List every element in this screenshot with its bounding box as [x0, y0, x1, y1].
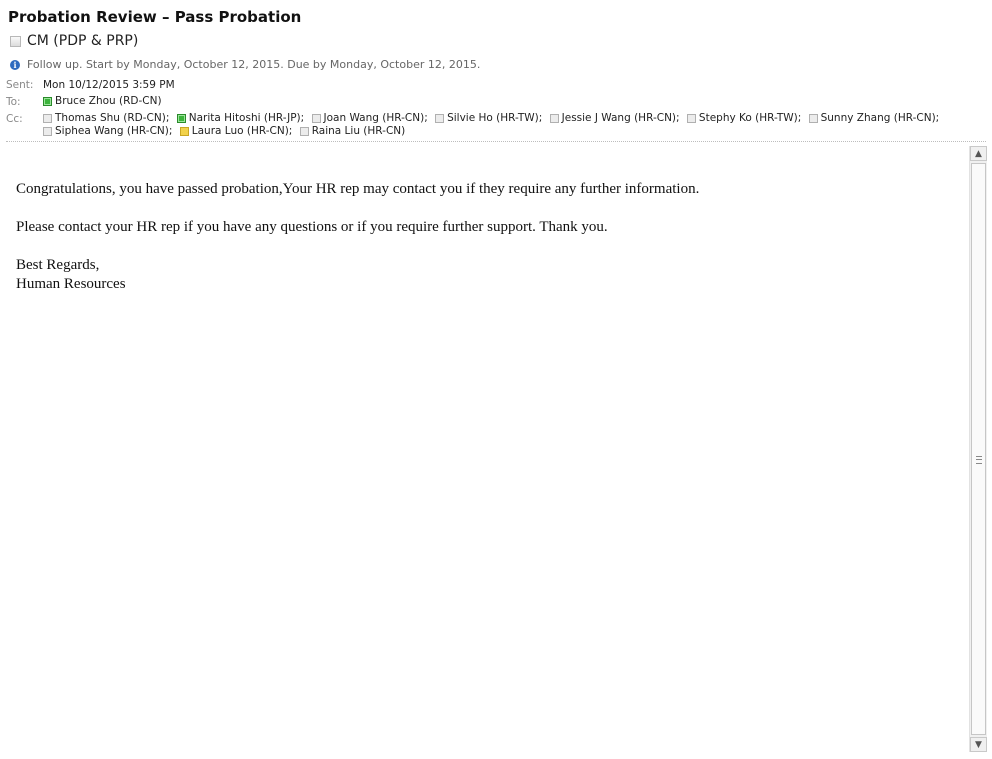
presence-unknown-icon [43, 126, 52, 136]
cc-recipient[interactable]: Sunny Zhang (HR-CN); [808, 112, 940, 124]
body-paragraph: Congratulations, you have passed probati… [16, 181, 700, 197]
recipient-name[interactable]: Thomas Shu (RD-CN); [55, 112, 169, 124]
to-recipients: Bruce Zhou (RD-CN) [43, 95, 166, 109]
scroll-down-arrow-icon[interactable]: ▼ [970, 737, 987, 752]
body-closing: Best Regards, [16, 257, 100, 273]
grip-icon [976, 456, 982, 464]
recipient-name[interactable]: Sunny Zhang (HR-CN); [821, 112, 940, 124]
cc-recipient[interactable]: Narita Hitoshi (HR-JP); [176, 112, 304, 124]
cc-recipient[interactable]: Thomas Shu (RD-CN); [43, 112, 169, 124]
message-subject: Probation Review – Pass Probation [8, 8, 302, 26]
recipient-name[interactable]: Bruce Zhou (RD-CN) [55, 95, 162, 107]
recipient-name[interactable]: Jessie J Wang (HR-CN); [562, 112, 680, 124]
presence-available-icon [43, 96, 52, 106]
sender-photo-icon [10, 35, 21, 47]
presence-unknown-icon [311, 113, 321, 123]
cc-label: Cc: [6, 113, 23, 125]
presence-available-icon [176, 113, 186, 123]
scroll-up-arrow-icon[interactable]: ▲ [970, 146, 987, 161]
recipient-name[interactable]: Laura Luo (HR-CN); [192, 125, 293, 137]
cc-recipient[interactable]: Silvie Ho (HR-TW); [435, 112, 542, 124]
recipient-name[interactable]: Siphea Wang (HR-CN); [55, 125, 172, 137]
sent-label: Sent: [6, 79, 34, 91]
cc-recipient[interactable]: Jessie J Wang (HR-CN); [549, 112, 680, 124]
follow-up-text: Follow up. Start by Monday, October 12, … [27, 58, 481, 71]
body-paragraph: Please contact your HR rep if you have a… [16, 219, 608, 235]
vertical-scrollbar[interactable]: ▲ ▼ [969, 146, 987, 752]
info-icon: i [10, 59, 20, 70]
to-label: To: [6, 96, 21, 108]
presence-unknown-icon [299, 126, 309, 136]
recipient-name[interactable]: Narita Hitoshi (HR-JP); [189, 112, 304, 124]
presence-unknown-icon [43, 113, 52, 123]
scrollbar-thumb[interactable] [971, 163, 986, 735]
sender[interactable]: CM (PDP & PRP) [10, 33, 138, 49]
message-body[interactable]: Congratulations, you have passed probati… [16, 180, 699, 294]
cc-recipient[interactable]: Laura Luo (HR-CN); [179, 125, 293, 137]
to-recipient[interactable]: Bruce Zhou (RD-CN) [43, 95, 162, 107]
presence-unknown-icon [808, 113, 818, 123]
presence-unknown-icon [435, 113, 445, 123]
presence-unknown-icon [686, 113, 696, 123]
recipient-name[interactable]: Stephy Ko (HR-TW); [699, 112, 801, 124]
cc-recipient[interactable]: Raina Liu (HR-CN) [299, 125, 406, 137]
cc-recipient[interactable]: Joan Wang (HR-CN); [311, 112, 428, 124]
cc-recipients-row2: Siphea Wang (HR-CN); Laura Luo (HR-CN); … [43, 125, 409, 139]
presence-away-icon [179, 126, 189, 136]
sent-value: Mon 10/12/2015 3:59 PM [43, 79, 175, 91]
body-signature: Human Resources [16, 276, 126, 292]
cc-recipients-row1: Thomas Shu (RD-CN); Narita Hitoshi (HR-J… [43, 112, 943, 126]
cc-recipient[interactable]: Stephy Ko (HR-TW); [686, 112, 801, 124]
recipient-name[interactable]: Joan Wang (HR-CN); [324, 112, 428, 124]
recipient-name[interactable]: Raina Liu (HR-CN) [312, 125, 406, 137]
cc-recipient[interactable]: Siphea Wang (HR-CN); [43, 125, 172, 137]
follow-up-infobar: i Follow up. Start by Monday, October 12… [10, 58, 480, 71]
header-divider [6, 141, 986, 142]
presence-unknown-icon [549, 113, 559, 123]
sender-name[interactable]: CM (PDP & PRP) [27, 33, 138, 49]
recipient-name[interactable]: Silvie Ho (HR-TW); [447, 112, 542, 124]
